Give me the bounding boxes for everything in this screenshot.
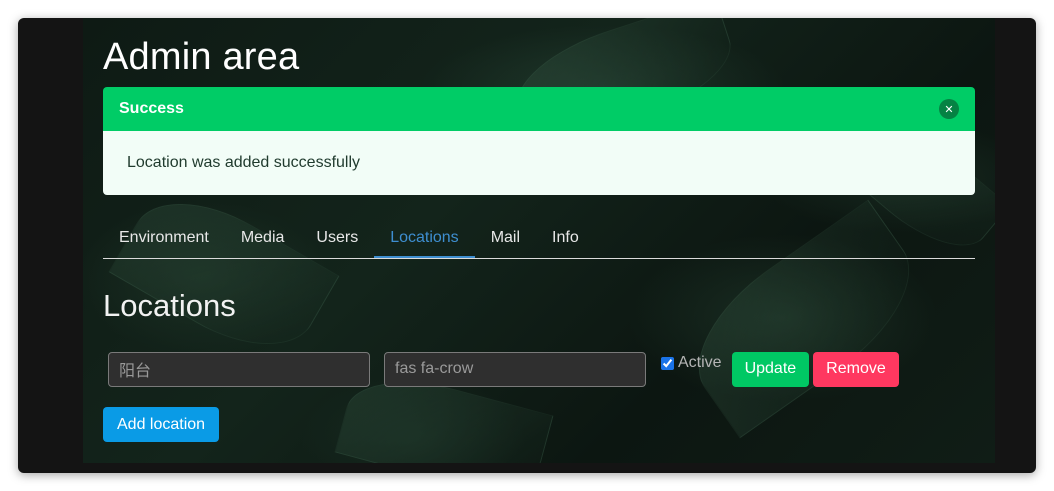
browser-window: Admin area Success ✕ Location was added … — [18, 18, 1036, 473]
add-location-button[interactable]: Add location — [103, 407, 220, 442]
tab-locations[interactable]: Locations — [374, 219, 475, 258]
notification-header: Success ✕ — [103, 87, 975, 131]
active-checkbox[interactable] — [661, 356, 674, 370]
close-icon[interactable]: ✕ — [939, 99, 959, 119]
tab-info[interactable]: Info — [536, 219, 595, 258]
active-toggle[interactable]: Active — [661, 345, 722, 381]
success-notification: Success ✕ Location was added successfull… — [103, 87, 975, 195]
tab-media[interactable]: Media — [225, 219, 301, 258]
tab-environment[interactable]: Environment — [103, 219, 225, 258]
remove-button[interactable]: Remove — [813, 351, 899, 387]
section-title: Locations — [103, 288, 236, 323]
background-leaf — [108, 175, 340, 373]
admin-page: Admin area Success ✕ Location was added … — [83, 18, 995, 463]
location-name-input[interactable] — [108, 351, 370, 387]
location-icon-input[interactable] — [384, 351, 646, 387]
tab-users[interactable]: Users — [300, 219, 374, 258]
active-label: Active — [678, 354, 722, 371]
location-row: Active Update Remove — [108, 351, 899, 387]
update-button[interactable]: Update — [731, 351, 810, 387]
page-title: Admin area — [103, 36, 300, 78]
tab-mail[interactable]: Mail — [475, 219, 536, 258]
notification-message: Location was added successfully — [103, 131, 975, 195]
admin-tabs: Environment Media Users Locations Mail I… — [103, 219, 975, 259]
notification-title: Success — [119, 100, 184, 117]
